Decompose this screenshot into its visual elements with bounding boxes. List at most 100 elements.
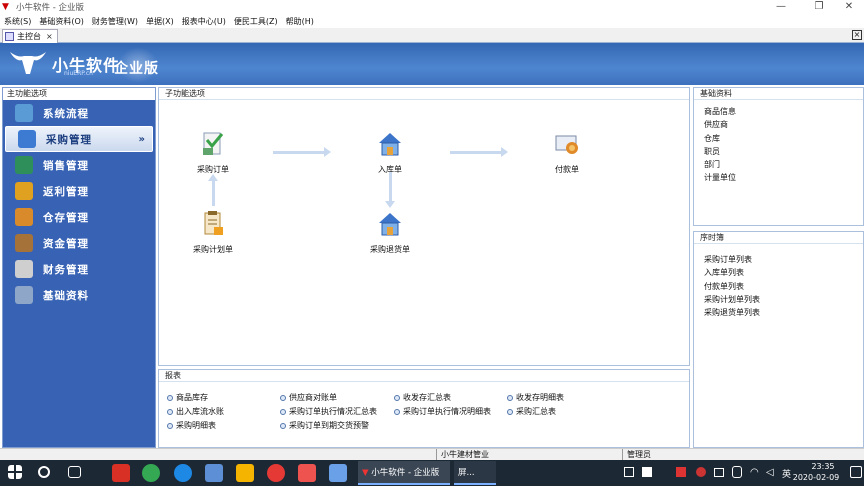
nav-item-label: 财务管理 — [43, 263, 89, 276]
node-stock-in[interactable]: 入库单 — [360, 130, 420, 175]
taskbar-app-screen[interactable]: 屏... — [454, 461, 496, 485]
tray-icon[interactable] — [676, 467, 686, 477]
base-link-suppliers[interactable]: 供应商 — [694, 118, 863, 131]
main-function-panel: 主功能选项 系统流程 采购管理 » 销售管理 返利管理 仓存管理 资金管理 财务管理 基础资料 — [2, 87, 156, 448]
report-bullet-icon — [394, 394, 400, 401]
report-link[interactable]: 采购明细表 — [167, 420, 216, 431]
close-all-tabs-button[interactable]: × — [852, 30, 862, 40]
tab-main-console[interactable]: 主控台 × — [2, 29, 58, 43]
nav-item-purchase[interactable]: 采购管理 » — [5, 126, 153, 152]
battery-icon[interactable] — [732, 466, 742, 478]
windows-start-icon[interactable] — [8, 465, 22, 479]
report-label: 采购订单执行情况汇总表 — [289, 407, 377, 416]
app-icon-blue[interactable] — [205, 464, 223, 482]
journal-link-purchase-plans[interactable]: 采购计划单列表 — [694, 293, 863, 306]
report-link[interactable]: 商品库存 — [167, 392, 208, 403]
nav-item-sales[interactable]: 销售管理 — [3, 152, 155, 178]
window-title: 小牛软件 - 企业版 — [16, 3, 84, 13]
rebate-icon — [15, 182, 33, 200]
tab-strip: 主控台 × × — [0, 28, 864, 43]
nav-item-warehouse[interactable]: 仓存管理 — [3, 204, 155, 230]
report-bullet-icon — [394, 408, 400, 415]
journal-link-purchase-returns[interactable]: 采购退货单列表 — [694, 306, 863, 319]
menu-system[interactable]: 系统(S) — [0, 16, 35, 27]
purchase-icon — [18, 130, 36, 148]
app-icon-circle-red[interactable] — [267, 464, 285, 482]
nav-item-funds[interactable]: 资金管理 — [3, 230, 155, 256]
report-label: 收发存明细表 — [516, 393, 564, 402]
report-link[interactable]: 收发存汇总表 — [394, 392, 451, 403]
banner: 小牛软件 niuERP.cn 企业版 — [0, 43, 864, 85]
app-icon-red[interactable] — [112, 464, 130, 482]
report-link[interactable]: 出入库流水账 — [167, 406, 224, 417]
minimize-button[interactable]: — — [766, 0, 796, 14]
chrome-icon[interactable] — [142, 464, 160, 482]
purchase-plan-icon — [204, 211, 223, 235]
report-link[interactable]: 采购订单执行情况明细表 — [394, 406, 491, 417]
report-label: 采购订单到期交货预警 — [289, 421, 369, 430]
tray-icon[interactable] — [624, 467, 634, 477]
report-link[interactable]: 采购订单执行情况汇总表 — [280, 406, 377, 417]
app-icon-yellow[interactable] — [236, 464, 254, 482]
base-link-warehouses[interactable]: 仓库 — [694, 132, 863, 145]
close-button[interactable]: ✕ — [834, 0, 864, 14]
flow-arrow — [208, 174, 218, 206]
journal-panel: 序时簿 采购订单列表 入库单列表 付款单列表 采购计划单列表 采购退货单列表 — [693, 231, 864, 448]
report-bullet-icon — [167, 422, 173, 429]
node-purchase-return[interactable]: 采购退货单 — [360, 210, 420, 255]
base-link-staff[interactable]: 职员 — [694, 145, 863, 158]
app-icon-pink[interactable] — [298, 464, 316, 482]
tab-label: 主控台 — [17, 32, 41, 41]
nav-item-flow[interactable]: 系统流程 — [3, 100, 155, 126]
monitor-icon[interactable] — [714, 468, 724, 477]
clock-time[interactable]: 23:35 — [798, 462, 848, 471]
node-payment[interactable]: 付款单 — [537, 130, 597, 175]
report-link[interactable]: 采购订单到期交货预警 — [280, 420, 369, 431]
journal-link-purchase-orders[interactable]: 采购订单列表 — [694, 253, 863, 266]
node-label: 采购计划单 — [193, 245, 233, 254]
menu-help[interactable]: 帮助(H) — [282, 16, 318, 27]
maximize-button[interactable]: ❐ — [804, 0, 834, 14]
app-icon-light-blue[interactable] — [329, 464, 347, 482]
tray-icon[interactable] — [642, 467, 652, 477]
tray-icon[interactable] — [696, 467, 706, 477]
menu-basic-data[interactable]: 基础资料(O) — [35, 16, 88, 27]
report-label: 出入库流水账 — [176, 407, 224, 416]
nav-item-label: 系统流程 — [43, 107, 89, 120]
report-link[interactable]: 供应商对账单 — [280, 392, 337, 403]
warehouse-icon — [15, 208, 33, 226]
journal-link-stock-in[interactable]: 入库单列表 — [694, 266, 863, 279]
base-link-departments[interactable]: 部门 — [694, 158, 863, 171]
taskbar-app-niu[interactable]: ▼ 小牛软件 - 企业版 — [358, 461, 450, 485]
node-purchase-order[interactable]: 采购订单 — [183, 130, 243, 175]
nav-item-finance[interactable]: 财务管理 — [3, 256, 155, 282]
journal-link-payments[interactable]: 付款单列表 — [694, 280, 863, 293]
tab-close-icon[interactable]: × — [46, 32, 53, 41]
nav-item-basic-data[interactable]: 基础资料 — [3, 282, 155, 308]
node-purchase-plan[interactable]: 采购计划单 — [183, 210, 243, 255]
ie-icon[interactable] — [174, 464, 192, 482]
menu-documents[interactable]: 单据(X) — [142, 16, 178, 27]
report-label: 收发存汇总表 — [403, 393, 451, 402]
wifi-icon[interactable]: ◠ — [750, 467, 759, 478]
menu-tools[interactable]: 便民工具(Z) — [230, 16, 282, 27]
base-link-units[interactable]: 计量单位 — [694, 171, 863, 184]
warehouse-in-icon — [379, 133, 401, 156]
report-link[interactable]: 收发存明细表 — [507, 392, 564, 403]
panel-header: 序时簿 — [694, 232, 863, 244]
status-company: 小牛建材管业 — [436, 449, 606, 460]
nav-item-rebate[interactable]: 返利管理 — [3, 178, 155, 204]
funds-icon — [15, 234, 33, 252]
task-view-icon[interactable] — [68, 466, 81, 478]
clock-date[interactable]: 2020-02-09 — [786, 473, 846, 482]
status-bar: 小牛建材管业 管理员 — [0, 448, 864, 460]
base-link-products[interactable]: 商品信息 — [694, 105, 863, 118]
menu-finance[interactable]: 财务管理(W) — [88, 16, 142, 27]
menu-reports[interactable]: 报表中心(U) — [178, 16, 230, 27]
notification-icon[interactable] — [850, 466, 862, 478]
report-link[interactable]: 采购汇总表 — [507, 406, 556, 417]
volume-icon[interactable]: ◁ — [766, 467, 774, 478]
report-label: 采购订单执行情况明细表 — [403, 407, 491, 416]
console-icon — [5, 32, 14, 41]
search-icon[interactable] — [38, 466, 50, 478]
